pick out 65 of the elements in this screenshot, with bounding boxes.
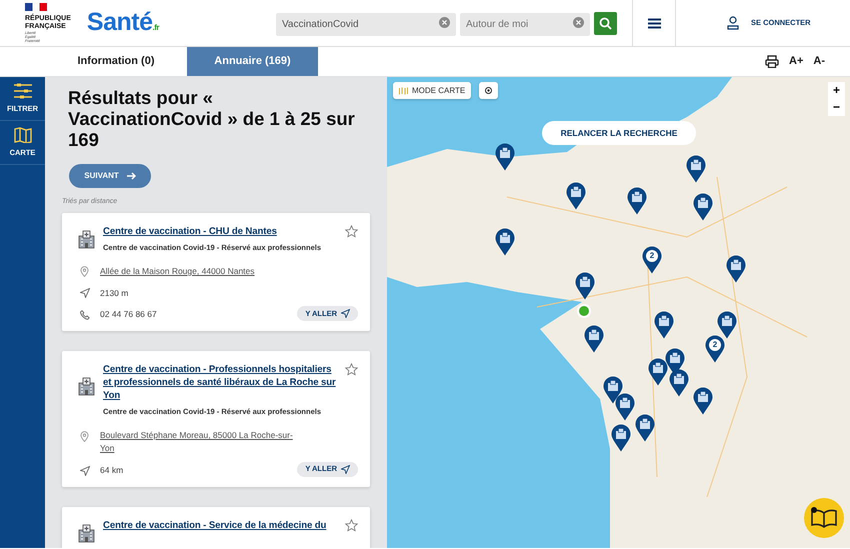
book-icon	[810, 507, 838, 529]
print-icon[interactable]	[765, 55, 780, 68]
locate-button[interactable]	[479, 82, 498, 99]
result-title-link[interactable]: Centre de vaccination - Service de la médecine du	[103, 518, 339, 532]
map-icon	[399, 86, 408, 94]
star-icon[interactable]	[345, 518, 358, 532]
clear-icon[interactable]	[439, 16, 450, 28]
results-heading: Résultats pour « VaccinationCovid » de 1 à 25 sur 169	[68, 87, 356, 150]
location-pin-icon	[80, 430, 89, 442]
building-icon	[78, 524, 95, 542]
map-icon	[14, 126, 32, 143]
search-button[interactable]	[594, 12, 617, 34]
location-pin-icon	[80, 266, 89, 277]
flag-icon	[25, 3, 47, 11]
cluster-marker[interactable]: 2	[642, 246, 662, 274]
cluster-marker[interactable]: 2	[705, 335, 725, 363]
map-marker[interactable]	[686, 155, 706, 183]
map-marker[interactable]	[648, 358, 668, 386]
text-size-button[interactable]: A-	[813, 53, 825, 70]
map-marker[interactable]	[575, 272, 595, 300]
clear-icon[interactable]	[573, 16, 584, 28]
user-icon	[727, 16, 739, 30]
distance-text: 2130 m	[100, 286, 128, 300]
building-icon	[78, 230, 95, 248]
map-marker[interactable]	[654, 311, 674, 339]
navigation-arrow-icon	[80, 288, 90, 298]
map-marker[interactable]	[566, 182, 586, 210]
text-size-button[interactable]: A+	[789, 53, 804, 70]
arrow-icon	[126, 172, 136, 180]
phone-number: 02 44 76 86 67	[100, 308, 157, 321]
next-button[interactable]: SUIVANT	[69, 164, 151, 188]
result-title-link[interactable]: Centre de vaccination - CHU de Nantes	[103, 224, 339, 238]
address-link[interactable]: Allée de la Maison Rouge, 44000 Nantes	[100, 264, 255, 278]
map-marker[interactable]	[717, 311, 737, 339]
map-marker[interactable]	[495, 143, 515, 171]
address-link[interactable]: Boulevard Stéphane Moreau, 85000 La Roche-sur-Yon	[100, 429, 295, 455]
star-icon[interactable]	[345, 363, 358, 376]
distance-text: 64 km	[100, 464, 124, 476]
map-marker[interactable]	[627, 187, 647, 215]
map-mode-button[interactable]: MODE CARTE	[393, 82, 472, 99]
map-marker[interactable]	[584, 325, 604, 353]
star-icon[interactable]	[345, 224, 358, 238]
map-marker[interactable]	[693, 193, 713, 221]
navigation-arrow-icon	[80, 466, 90, 476]
result-title-link[interactable]: Centre de vaccination - Professionnels hospitaliers et professionnels de santé libéraux de La Roche sur Yon	[103, 363, 339, 402]
navigation-arrow-icon	[341, 309, 350, 318]
tab[interactable]: Annuaire (169)	[187, 47, 318, 76]
navigation-arrow-icon	[341, 464, 350, 474]
map-marker[interactable]	[669, 369, 689, 397]
building-icon	[78, 377, 95, 396]
search-icon	[599, 16, 612, 30]
map-marker[interactable]	[693, 387, 713, 415]
phone-icon	[80, 310, 90, 320]
sliders-icon	[12, 82, 32, 99]
relaunch-search-button[interactable]: RELANCER LA RECHERCHE	[542, 121, 696, 145]
location-field[interactable]: Autour de moi	[460, 12, 590, 36]
site-logo[interactable]: Santé.fr	[86, 4, 159, 42]
search-field[interactable]: VaccinationCovid	[276, 12, 456, 36]
menu-icon[interactable]	[648, 18, 660, 28]
map-marker[interactable]	[615, 393, 635, 421]
map-marker[interactable]	[635, 414, 655, 442]
map-marker[interactable]	[611, 424, 631, 452]
map-marker[interactable]	[726, 255, 746, 283]
target-icon	[484, 86, 494, 95]
map-marker[interactable]	[495, 228, 515, 256]
